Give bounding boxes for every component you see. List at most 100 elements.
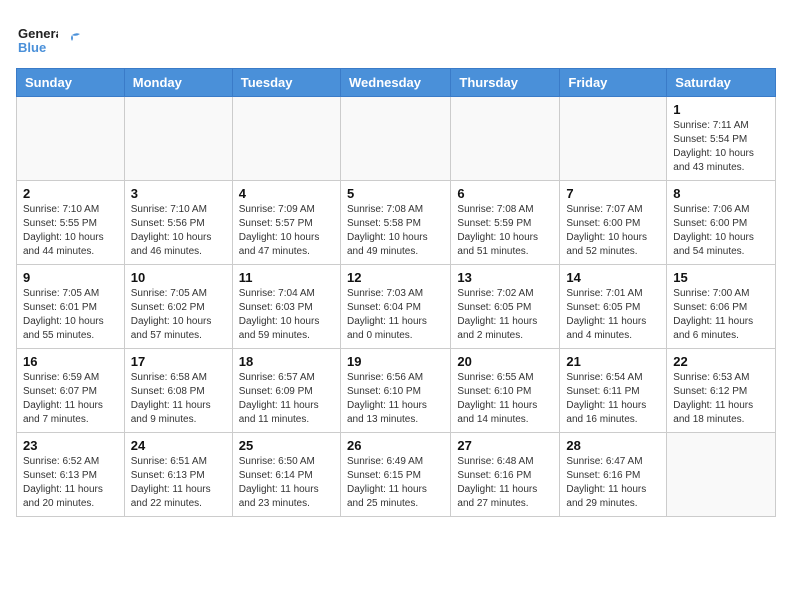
weekday-header-saturday: Saturday [667, 69, 776, 97]
day-number: 23 [23, 438, 118, 453]
calendar-cell: 23 Sunrise: 6:52 AM Sunset: 6:13 PM Dayli… [17, 433, 125, 517]
calendar-cell [17, 97, 125, 181]
calendar-cell: 20 Sunrise: 6:55 AM Sunset: 6:10 PM Dayli… [451, 349, 560, 433]
calendar-cell: 10 Sunrise: 7:05 AM Sunset: 6:02 PM Dayli… [124, 265, 232, 349]
calendar-cell: 21 Sunrise: 6:54 AM Sunset: 6:11 PM Dayli… [560, 349, 667, 433]
day-number: 8 [673, 186, 769, 201]
calendar-cell: 22 Sunrise: 6:53 AM Sunset: 6:12 PM Dayli… [667, 349, 776, 433]
calendar-cell: 3 Sunrise: 7:10 AM Sunset: 5:56 PM Daylig… [124, 181, 232, 265]
day-info: Sunrise: 6:56 AM Sunset: 6:10 PM Dayligh… [347, 371, 444, 427]
day-number: 22 [673, 354, 769, 369]
day-info: Sunrise: 7:08 AM Sunset: 5:59 PM Dayligh… [457, 203, 553, 259]
logo: General Blue [16, 16, 81, 58]
weekday-header-thursday: Thursday [451, 69, 560, 97]
day-number: 11 [239, 270, 334, 285]
calendar-cell [232, 97, 340, 181]
day-number: 21 [566, 354, 660, 369]
calendar-cell [560, 97, 667, 181]
day-number: 16 [23, 354, 118, 369]
day-number: 3 [131, 186, 226, 201]
calendar-cell [667, 433, 776, 517]
day-info: Sunrise: 6:50 AM Sunset: 6:14 PM Dayligh… [239, 455, 334, 511]
calendar-cell: 27 Sunrise: 6:48 AM Sunset: 6:16 PM Dayli… [451, 433, 560, 517]
day-info: Sunrise: 6:47 AM Sunset: 6:16 PM Dayligh… [566, 455, 660, 511]
page-header: General Blue [16, 16, 776, 58]
calendar-cell: 11 Sunrise: 7:04 AM Sunset: 6:03 PM Dayli… [232, 265, 340, 349]
calendar-cell: 19 Sunrise: 6:56 AM Sunset: 6:10 PM Dayli… [340, 349, 450, 433]
svg-text:General: General [18, 26, 58, 41]
day-info: Sunrise: 7:05 AM Sunset: 6:02 PM Dayligh… [131, 287, 226, 343]
day-info: Sunrise: 7:07 AM Sunset: 6:00 PM Dayligh… [566, 203, 660, 259]
calendar-cell: 7 Sunrise: 7:07 AM Sunset: 6:00 PM Daylig… [560, 181, 667, 265]
day-info: Sunrise: 6:54 AM Sunset: 6:11 PM Dayligh… [566, 371, 660, 427]
weekday-header-friday: Friday [560, 69, 667, 97]
day-number: 25 [239, 438, 334, 453]
day-info: Sunrise: 7:09 AM Sunset: 5:57 PM Dayligh… [239, 203, 334, 259]
day-number: 1 [673, 102, 769, 117]
logo-icon: General Blue [16, 16, 58, 58]
svg-text:Blue: Blue [18, 40, 46, 55]
day-number: 27 [457, 438, 553, 453]
calendar-cell: 28 Sunrise: 6:47 AM Sunset: 6:16 PM Dayli… [560, 433, 667, 517]
calendar-cell: 9 Sunrise: 7:05 AM Sunset: 6:01 PM Daylig… [17, 265, 125, 349]
calendar-cell: 8 Sunrise: 7:06 AM Sunset: 6:00 PM Daylig… [667, 181, 776, 265]
day-number: 2 [23, 186, 118, 201]
calendar-cell: 17Sunrise: 6:58 AM Sunset: 6:08 PM Dayli… [124, 349, 232, 433]
calendar-week-1: 1 Sunrise: 7:11 AM Sunset: 5:54 PM Daylig… [17, 97, 776, 181]
weekday-header-wednesday: Wednesday [340, 69, 450, 97]
day-info: Sunrise: 7:03 AM Sunset: 6:04 PM Dayligh… [347, 287, 444, 343]
calendar-cell [124, 97, 232, 181]
day-info: Sunrise: 7:04 AM Sunset: 6:03 PM Dayligh… [239, 287, 334, 343]
calendar-cell: 13Sunrise: 7:02 AM Sunset: 6:05 PM Dayli… [451, 265, 560, 349]
day-number: 15 [673, 270, 769, 285]
day-info: Sunrise: 6:52 AM Sunset: 6:13 PM Dayligh… [23, 455, 118, 511]
calendar-cell [451, 97, 560, 181]
day-info: Sunrise: 6:51 AM Sunset: 6:13 PM Dayligh… [131, 455, 226, 511]
calendar-cell: 15 Sunrise: 7:00 AM Sunset: 6:06 PM Dayli… [667, 265, 776, 349]
day-info: Sunrise: 6:55 AM Sunset: 6:10 PM Dayligh… [457, 371, 553, 427]
calendar-cell: 4 Sunrise: 7:09 AM Sunset: 5:57 PM Daylig… [232, 181, 340, 265]
day-info: Sunrise: 6:53 AM Sunset: 6:12 PM Dayligh… [673, 371, 769, 427]
day-number: 28 [566, 438, 660, 453]
day-info: Sunrise: 7:00 AM Sunset: 6:06 PM Dayligh… [673, 287, 769, 343]
logo-bird-icon [63, 31, 81, 49]
day-info: Sunrise: 7:06 AM Sunset: 6:00 PM Dayligh… [673, 203, 769, 259]
calendar-cell: 6 Sunrise: 7:08 AM Sunset: 5:59 PM Daylig… [451, 181, 560, 265]
day-number: 5 [347, 186, 444, 201]
day-number: 6 [457, 186, 553, 201]
day-info: Sunrise: 7:11 AM Sunset: 5:54 PM Dayligh… [673, 119, 769, 175]
calendar-cell: 24 Sunrise: 6:51 AM Sunset: 6:13 PM Dayli… [124, 433, 232, 517]
calendar-cell: 1 Sunrise: 7:11 AM Sunset: 5:54 PM Daylig… [667, 97, 776, 181]
day-number: 17 [131, 354, 226, 369]
calendar-cell: 2 Sunrise: 7:10 AM Sunset: 5:55 PM Daylig… [17, 181, 125, 265]
calendar-week-5: 23 Sunrise: 6:52 AM Sunset: 6:13 PM Dayli… [17, 433, 776, 517]
calendar-week-2: 2 Sunrise: 7:10 AM Sunset: 5:55 PM Daylig… [17, 181, 776, 265]
day-number: 14 [566, 270, 660, 285]
calendar-table: SundayMondayTuesdayWednesdayThursdayFrid… [16, 68, 776, 517]
day-info: Sunrise: 6:59 AM Sunset: 6:07 PM Dayligh… [23, 371, 118, 427]
day-info: Sunrise: 7:05 AM Sunset: 6:01 PM Dayligh… [23, 287, 118, 343]
day-number: 26 [347, 438, 444, 453]
weekday-header-sunday: Sunday [17, 69, 125, 97]
day-number: 10 [131, 270, 226, 285]
day-info: Sunrise: 6:48 AM Sunset: 6:16 PM Dayligh… [457, 455, 553, 511]
day-info: Sunrise: 7:02 AM Sunset: 6:05 PM Dayligh… [457, 287, 553, 343]
day-number: 12 [347, 270, 444, 285]
day-number: 19 [347, 354, 444, 369]
calendar-cell: 18Sunrise: 6:57 AM Sunset: 6:09 PM Dayli… [232, 349, 340, 433]
day-number: 4 [239, 186, 334, 201]
calendar-cell: 5Sunrise: 7:08 AM Sunset: 5:58 PM Daylig… [340, 181, 450, 265]
day-info: Sunrise: 6:49 AM Sunset: 6:15 PM Dayligh… [347, 455, 444, 511]
day-number: 7 [566, 186, 660, 201]
day-info: Sunrise: 7:10 AM Sunset: 5:55 PM Dayligh… [23, 203, 118, 259]
weekday-header-tuesday: Tuesday [232, 69, 340, 97]
weekday-header-monday: Monday [124, 69, 232, 97]
day-number: 24 [131, 438, 226, 453]
calendar-cell: 16 Sunrise: 6:59 AM Sunset: 6:07 PM Dayli… [17, 349, 125, 433]
day-info: Sunrise: 7:01 AM Sunset: 6:05 PM Dayligh… [566, 287, 660, 343]
calendar-week-4: 16 Sunrise: 6:59 AM Sunset: 6:07 PM Dayli… [17, 349, 776, 433]
day-info: Sunrise: 7:10 AM Sunset: 5:56 PM Dayligh… [131, 203, 226, 259]
day-number: 9 [23, 270, 118, 285]
day-number: 20 [457, 354, 553, 369]
day-info: Sunrise: 6:57 AM Sunset: 6:09 PM Dayligh… [239, 371, 334, 427]
